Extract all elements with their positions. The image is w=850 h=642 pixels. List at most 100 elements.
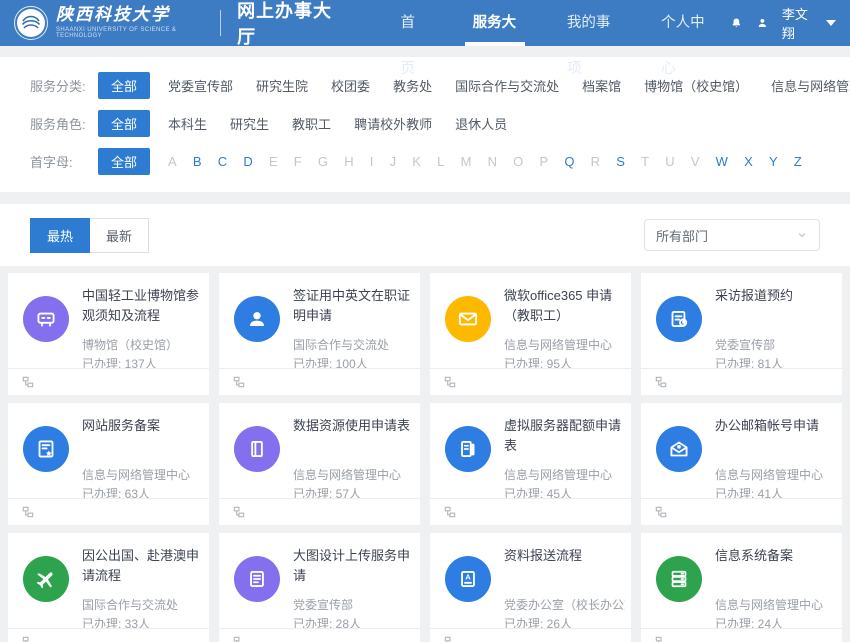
service-card[interactable]: 采访报道预约 党委宣传部 已办理: 81人 bbox=[641, 273, 842, 395]
initial-all-chip[interactable]: 全部 bbox=[98, 148, 150, 175]
service-card[interactable]: 信息系统备案 信息与网络管理中心 已办理: 24人 bbox=[641, 533, 842, 642]
service-card[interactable]: 签证用中英文在职证明申请 国际合作与交流处 已办理: 100人 bbox=[219, 273, 420, 395]
service-card[interactable]: 大图设计上传服务申请 党委宣传部 已办理: 28人 bbox=[219, 533, 420, 642]
service-title[interactable]: 数据资源使用申请表 bbox=[293, 416, 412, 436]
user-menu-caret-icon[interactable] bbox=[826, 20, 836, 26]
workflow-icon[interactable] bbox=[232, 505, 246, 519]
service-title[interactable]: 大图设计上传服务申请 bbox=[293, 546, 412, 586]
category-option[interactable]: 研究生院 bbox=[256, 76, 308, 95]
service-card[interactable]: 数据资源使用申请表 信息与网络管理中心 已办理: 57人 bbox=[219, 403, 420, 525]
initial-letter[interactable]: O bbox=[513, 154, 523, 169]
service-title[interactable]: 采访报道预约 bbox=[715, 286, 834, 306]
category-label: 服务分类: bbox=[30, 76, 98, 95]
service-card[interactable]: 办公邮箱帐号申请 信息与网络管理中心 已办理: 41人 bbox=[641, 403, 842, 525]
initial-letter[interactable]: Q bbox=[564, 154, 574, 169]
initial-letter[interactable]: I bbox=[370, 154, 374, 169]
initial-letter[interactable]: V bbox=[691, 154, 700, 169]
category-option[interactable]: 校团委 bbox=[331, 76, 370, 95]
card-footer bbox=[219, 368, 420, 395]
initial-letter[interactable]: U bbox=[665, 154, 674, 169]
workflow-icon[interactable] bbox=[443, 635, 457, 642]
initial-letter[interactable]: G bbox=[318, 154, 328, 169]
user-icon[interactable] bbox=[756, 15, 769, 31]
workflow-icon[interactable] bbox=[654, 505, 668, 519]
role-option[interactable]: 本科生 bbox=[168, 114, 207, 133]
workflow-icon[interactable] bbox=[21, 375, 35, 389]
initial-letter[interactable]: Y bbox=[769, 154, 778, 169]
service-title[interactable]: 信息系统备案 bbox=[715, 546, 834, 566]
role-option[interactable]: 研究生 bbox=[230, 114, 269, 133]
role-option[interactable]: 教职工 bbox=[292, 114, 331, 133]
mail-open-icon bbox=[656, 426, 702, 472]
service-card[interactable]: 因公出国、赴港澳申请流程 国际合作与交流处 已办理: 33人 bbox=[8, 533, 209, 642]
user-name[interactable]: 李文翔 bbox=[782, 4, 813, 42]
initial-letter[interactable]: S bbox=[616, 154, 625, 169]
category-all-chip[interactable]: 全部 bbox=[98, 72, 150, 99]
workflow-icon[interactable] bbox=[21, 635, 35, 642]
svg-text:A: A bbox=[465, 573, 471, 582]
service-department: 信息与网络管理中心 bbox=[504, 336, 625, 353]
initial-letter[interactable]: P bbox=[539, 154, 548, 169]
initial-letter[interactable]: N bbox=[488, 154, 497, 169]
initial-letter[interactable]: C bbox=[218, 154, 227, 169]
initial-letter[interactable]: K bbox=[412, 154, 421, 169]
document-star-icon bbox=[23, 426, 69, 472]
service-title[interactable]: 资料报送流程 bbox=[504, 546, 623, 566]
initial-letter[interactable]: Z bbox=[794, 154, 802, 169]
initial-letter[interactable]: D bbox=[243, 154, 252, 169]
service-department: 信息与网络管理中心 bbox=[715, 596, 836, 613]
service-title[interactable]: 虚拟服务器配额申请表 bbox=[504, 416, 623, 456]
service-title[interactable]: 因公出国、赴港澳申请流程 bbox=[82, 546, 201, 586]
category-option[interactable]: 档案馆 bbox=[582, 76, 621, 95]
service-title[interactable]: 办公邮箱帐号申请 bbox=[715, 416, 834, 436]
service-card[interactable]: 虚拟服务器配额申请表 信息与网络管理中心 已办理: 45人 bbox=[430, 403, 631, 525]
initial-letter[interactable]: T bbox=[641, 154, 649, 169]
initial-letter[interactable]: L bbox=[437, 154, 444, 169]
workflow-icon[interactable] bbox=[232, 635, 246, 642]
service-card[interactable]: 网站服务备案 信息与网络管理中心 已办理: 63人 bbox=[8, 403, 209, 525]
service-title[interactable]: 微软office365 申请（教职工） bbox=[504, 286, 623, 326]
service-title[interactable]: 签证用中英文在职证明申请 bbox=[293, 286, 412, 326]
service-card[interactable]: 微软office365 申请（教职工） 信息与网络管理中心 已办理: 95人 bbox=[430, 273, 631, 395]
initial-letter[interactable]: J bbox=[390, 154, 397, 169]
workflow-icon[interactable] bbox=[654, 635, 668, 642]
mail-icon bbox=[445, 296, 491, 342]
workflow-icon[interactable] bbox=[21, 505, 35, 519]
initial-letter[interactable]: R bbox=[591, 154, 600, 169]
initial-letter[interactable]: E bbox=[269, 154, 278, 169]
service-title[interactable]: 网站服务备案 bbox=[82, 416, 201, 436]
service-title[interactable]: 中国轻工业博物馆参观须知及流程 bbox=[82, 286, 201, 326]
initial-letter[interactable]: H bbox=[344, 154, 353, 169]
service-department: 信息与网络管理中心 bbox=[82, 466, 203, 483]
service-card[interactable]: A 资料报送流程 党委办公室（校长办公室） 已办理: 26人 bbox=[430, 533, 631, 642]
card-footer bbox=[8, 628, 209, 642]
category-option[interactable]: 党委宣传部 bbox=[168, 76, 233, 95]
nav-my-items[interactable]: 我的事项 bbox=[542, 0, 636, 46]
nav-service-hall[interactable]: 服务大厅 bbox=[448, 0, 542, 46]
bell-icon[interactable] bbox=[730, 15, 743, 31]
initial-letter[interactable]: M bbox=[461, 154, 472, 169]
sort-hot-button[interactable]: 最热 bbox=[30, 218, 90, 253]
nav-personal-center[interactable]: 个人中心 bbox=[636, 0, 730, 46]
sort-new-button[interactable]: 最新 bbox=[90, 218, 149, 253]
role-option[interactable]: 聘请校外教师 bbox=[354, 114, 432, 133]
category-option[interactable]: 信息与网络管理中心 bbox=[771, 76, 850, 95]
category-option[interactable]: 国际合作与交流处 bbox=[455, 76, 559, 95]
initial-letter[interactable]: W bbox=[716, 154, 728, 169]
workflow-icon[interactable] bbox=[443, 505, 457, 519]
nav-home[interactable]: 首页 bbox=[375, 0, 447, 46]
initial-letter[interactable]: F bbox=[294, 154, 302, 169]
initial-letter[interactable]: A bbox=[168, 154, 177, 169]
service-card[interactable]: 中国轻工业博物馆参观须知及流程 博物馆（校史馆） 已办理: 137人 bbox=[8, 273, 209, 395]
initial-letter[interactable]: X bbox=[744, 154, 753, 169]
department-dropdown[interactable]: 所有部门 bbox=[644, 219, 820, 251]
role-all-chip[interactable]: 全部 bbox=[98, 110, 150, 137]
workflow-icon[interactable] bbox=[443, 375, 457, 389]
card-footer bbox=[219, 628, 420, 642]
workflow-icon[interactable] bbox=[654, 375, 668, 389]
workflow-icon[interactable] bbox=[232, 375, 246, 389]
initial-letter[interactable]: B bbox=[193, 154, 202, 169]
role-option[interactable]: 退休人员 bbox=[455, 114, 507, 133]
card-footer bbox=[430, 498, 631, 525]
category-option[interactable]: 博物馆（校史馆） bbox=[644, 76, 748, 95]
